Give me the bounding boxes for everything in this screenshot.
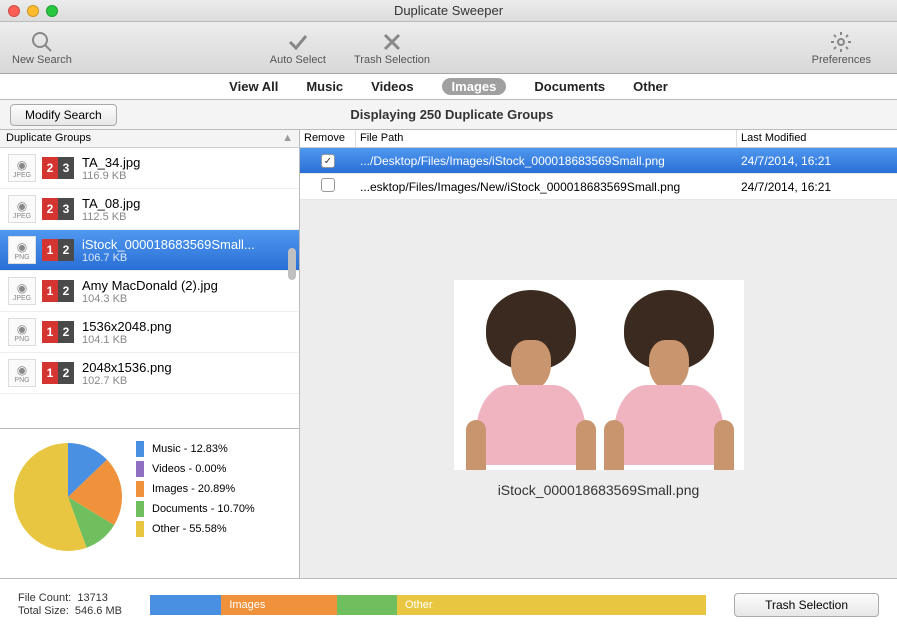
group-item[interactable]: JPEG 23 TA_34.jpg116.9 KB [0, 148, 299, 189]
col-path[interactable]: File Path [356, 130, 737, 147]
col-modified[interactable]: Last Modified [737, 130, 897, 147]
footer: File Count: 13713 Total Size: 546.6 MB I… [0, 578, 897, 630]
group-size: 104.3 KB [82, 293, 218, 305]
group-item[interactable]: PNG 12 2048x1536.png102.7 KB [0, 353, 299, 394]
file-icon: JPEG [8, 277, 36, 305]
filter-documents[interactable]: Documents [534, 79, 605, 94]
file-icon: PNG [8, 236, 36, 264]
total-size-value: 546.6 MB [75, 605, 122, 617]
file-icon: PNG [8, 318, 36, 346]
group-size: 112.5 KB [82, 211, 140, 223]
file-icon: JPEG [8, 154, 36, 182]
group-size: 116.9 KB [82, 170, 140, 182]
count-badge: 23 [42, 198, 74, 220]
group-name: TA_08.jpg [82, 196, 140, 211]
bar-seg-other: Other [405, 599, 433, 611]
remove-checkbox[interactable] [321, 178, 335, 192]
group-item[interactable]: PNG 12 iStock_000018683569Small...106.7 KB [0, 230, 299, 271]
last-modified: 24/7/2014, 16:21 [737, 154, 897, 168]
trash-selection-label: Trash Selection [354, 54, 430, 66]
col-remove[interactable]: Remove [300, 130, 356, 147]
new-search-label: New Search [12, 54, 72, 66]
chart-area: Music - 12.83% Videos - 0.00% Images - 2… [0, 428, 299, 578]
group-name: 1536x2048.png [82, 319, 172, 334]
count-badge: 12 [42, 280, 74, 302]
group-name: 2048x1536.png [82, 360, 172, 375]
detail-header: Remove File Path Last Modified [300, 130, 897, 148]
detail-row[interactable]: ...esktop/Files/Images/New/iStock_000018… [300, 174, 897, 200]
close-button[interactable] [8, 5, 20, 17]
preferences-label: Preferences [812, 54, 871, 66]
toolbar: New Search Auto Select Trash Selection P… [0, 22, 897, 74]
filter-view-all[interactable]: View All [229, 79, 278, 94]
legend-music: Music - 12.83% [152, 443, 228, 455]
detail-panel: Remove File Path Last Modified ✓ .../Desk… [300, 130, 897, 578]
detail-row[interactable]: ✓ .../Desktop/Files/Images/iStock_0000186… [300, 148, 897, 174]
sidebar: Duplicate Groups ▲ JPEG 23 TA_34.jpg116.9 … [0, 130, 300, 578]
filter-images[interactable]: Images [442, 78, 507, 95]
preview-area: iStock_000018683569Small.png [300, 200, 897, 578]
group-name: Amy MacDonald (2).jpg [82, 278, 218, 293]
group-item[interactable]: PNG 12 1536x2048.png104.1 KB [0, 312, 299, 353]
group-name: iStock_000018683569Small... [82, 237, 255, 252]
sub-bar: Modify Search Displaying 250 Duplicate G… [0, 100, 897, 130]
legend-images: Images - 20.89% [152, 483, 235, 495]
storage-bar: Images Other [150, 595, 706, 615]
pie-chart [8, 437, 128, 557]
file-path: ...esktop/Files/Images/New/iStock_000018… [356, 180, 737, 194]
legend-videos: Videos - 0.00% [152, 463, 226, 475]
trash-selection-button[interactable]: Trash Selection [354, 30, 430, 66]
file-count-value: 13713 [77, 592, 108, 604]
group-size: 102.7 KB [82, 375, 172, 387]
remove-checkbox[interactable]: ✓ [321, 154, 335, 168]
group-item[interactable]: JPEG 23 TA_08.jpg112.5 KB [0, 189, 299, 230]
count-badge: 23 [42, 157, 74, 179]
preview-image [454, 280, 744, 470]
count-badge: 12 [42, 321, 74, 343]
check-icon [286, 30, 310, 54]
count-badge: 12 [42, 239, 74, 261]
filter-videos[interactable]: Videos [371, 79, 413, 94]
preferences-button[interactable]: Preferences [812, 30, 871, 66]
column-sort-icon[interactable]: ▲ [282, 132, 293, 145]
displaying-label: Displaying 250 Duplicate Groups [7, 107, 897, 122]
group-item[interactable]: JPEG 12 Amy MacDonald (2).jpg104.3 KB [0, 271, 299, 312]
filter-other[interactable]: Other [633, 79, 668, 94]
minimize-button[interactable] [27, 5, 39, 17]
filter-music[interactable]: Music [306, 79, 343, 94]
search-icon [30, 30, 54, 54]
legend: Music - 12.83% Videos - 0.00% Images - 2… [136, 437, 255, 570]
sidebar-header: Duplicate Groups ▲ [0, 130, 299, 148]
bar-seg-images: Images [229, 599, 265, 611]
gear-icon [829, 30, 853, 54]
titlebar: Duplicate Sweeper [0, 0, 897, 22]
file-icon: JPEG [8, 195, 36, 223]
file-icon: PNG [8, 359, 36, 387]
trash-selection-footer-button[interactable]: Trash Selection [734, 593, 879, 617]
preview-caption: iStock_000018683569Small.png [498, 482, 700, 498]
group-name: TA_34.jpg [82, 155, 140, 170]
auto-select-label: Auto Select [270, 54, 326, 66]
window-title: Duplicate Sweeper [0, 3, 897, 18]
stats: File Count: 13713 Total Size: 546.6 MB [18, 591, 122, 618]
group-size: 104.1 KB [82, 334, 172, 346]
filter-bar: View All Music Videos Images Documents O… [0, 74, 897, 100]
file-path: .../Desktop/Files/Images/iStock_00001868… [356, 154, 737, 168]
x-icon [380, 30, 404, 54]
auto-select-button[interactable]: Auto Select [270, 30, 326, 66]
group-list[interactable]: JPEG 23 TA_34.jpg116.9 KB JPEG 23 TA_08.jpg11… [0, 148, 299, 428]
last-modified: 24/7/2014, 16:21 [737, 180, 897, 194]
zoom-button[interactable] [46, 5, 58, 17]
new-search-button[interactable]: New Search [12, 30, 72, 66]
legend-other: Other - 55.58% [152, 523, 227, 535]
count-badge: 12 [42, 362, 74, 384]
group-size: 106.7 KB [82, 252, 255, 264]
legend-documents: Documents - 10.70% [152, 503, 255, 515]
